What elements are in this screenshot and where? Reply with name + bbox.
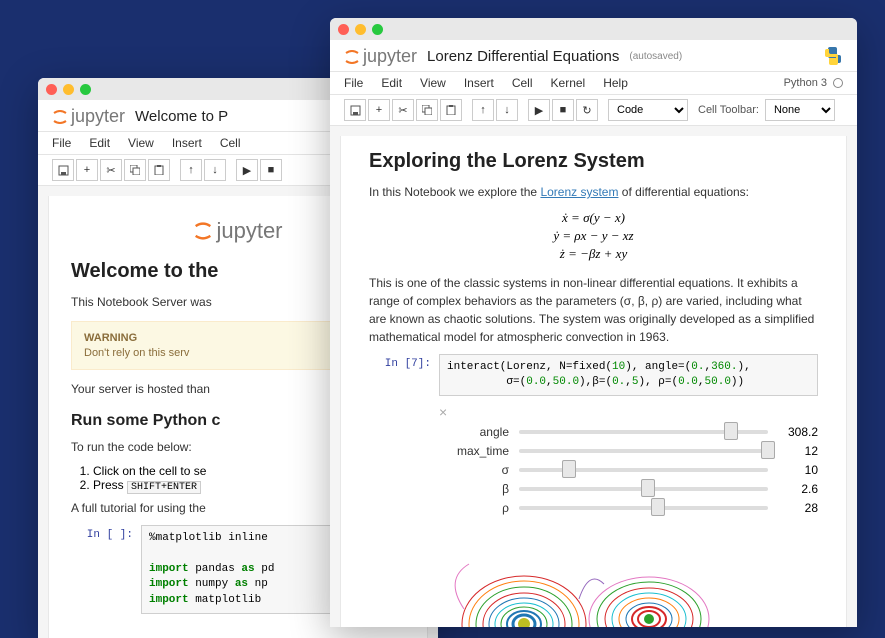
move-up-button[interactable]: ↑ [472,99,494,121]
slider-value: 28 [768,501,818,515]
slider-value: 308.2 [768,425,818,439]
slider-label: ρ [439,501,519,515]
logo-text: jupyter [71,106,125,127]
maximize-window-button[interactable] [80,84,91,95]
close-widget-icon[interactable]: × [439,404,818,420]
slider-track[interactable] [519,468,768,472]
cut-button[interactable]: ✂ [100,159,122,181]
slider-β[interactable]: β 2.6 [439,482,818,496]
lorenz-plot [424,529,764,627]
jupyter-logo[interactable]: jupyter [52,106,125,127]
slider-value: 10 [768,463,818,477]
minimize-window-button[interactable] [355,24,366,35]
cell-input[interactable]: interact(Lorenz, N=fixed(10), angle=(0.,… [439,354,818,397]
kernel-name: Python 3 [784,77,827,89]
cell-toolbar-label: Cell Toolbar: [698,104,759,116]
move-up-button[interactable]: ↑ [180,159,202,181]
slider-track[interactable] [519,430,768,434]
add-cell-button[interactable]: + [76,159,98,181]
minimize-window-button[interactable] [63,84,74,95]
notebook-window-front: jupyter Lorenz Differential Equations (a… [330,18,857,627]
slider-value: 2.6 [768,482,818,496]
menubar: File Edit View Insert Cell Kernel Help P… [330,72,857,95]
slider-thumb[interactable] [724,422,738,440]
cut-button[interactable]: ✂ [392,99,414,121]
restart-button[interactable]: ↻ [576,99,598,121]
menu-cell[interactable]: Cell [220,136,241,150]
jupyter-logo[interactable]: jupyter [344,46,417,67]
save-button[interactable] [344,99,366,121]
slider-thumb[interactable] [641,479,655,497]
intro-text: In this Notebook we explore the Lorenz s… [369,183,818,201]
slider-label: β [439,482,519,496]
equations: ẋ = σ(y − x) ẏ = ρx − y − xz ż = −βz + x… [369,209,818,264]
cell-prompt: In [ ]: [71,525,133,614]
autosave-label: (autosaved) [629,51,682,62]
move-down-button[interactable]: ↓ [204,159,226,181]
menu-insert[interactable]: Insert [172,136,202,150]
stop-button[interactable]: ■ [260,159,282,181]
cell-prompt: In [7]: [369,354,431,397]
save-button[interactable] [52,159,74,181]
slider-thumb[interactable] [651,498,665,516]
maximize-window-button[interactable] [372,24,383,35]
menu-cell[interactable]: Cell [512,76,533,90]
toolbar: + ✂ ↑ ↓ ▶ ■ ↻ Code Cell Toolbar: None [330,95,857,126]
menu-insert[interactable]: Insert [464,76,494,90]
paste-button[interactable] [440,99,462,121]
slider-label: angle [439,425,519,439]
slider-thumb[interactable] [562,460,576,478]
menu-view[interactable]: View [128,136,154,150]
slider-σ[interactable]: σ 10 [439,463,818,477]
menu-edit[interactable]: Edit [381,76,402,90]
notebook-content: Exploring the Lorenz System In this Note… [340,136,847,627]
menu-file[interactable]: File [344,76,363,90]
lorenz-link[interactable]: Lorenz system [540,185,618,199]
stop-button[interactable]: ■ [552,99,574,121]
menu-help[interactable]: Help [603,76,628,90]
add-cell-button[interactable]: + [368,99,390,121]
copy-button[interactable] [124,159,146,181]
slider-value: 12 [768,444,818,458]
menu-kernel[interactable]: Kernel [551,76,586,90]
slider-track[interactable] [519,449,768,453]
kernel-indicator: Python 3 [784,77,843,89]
notebook-title[interactable]: Lorenz Differential Equations [427,48,619,65]
menu-file[interactable]: File [52,136,71,150]
kernel-status-icon [833,78,843,88]
page-title: Exploring the Lorenz System [369,150,818,173]
paste-button[interactable] [148,159,170,181]
close-window-button[interactable] [46,84,57,95]
slider-label: max_time [439,444,519,458]
slider-angle[interactable]: angle 308.2 [439,425,818,439]
jupyter-icon [344,48,360,66]
menu-edit[interactable]: Edit [89,136,110,150]
slider-track[interactable] [519,506,768,510]
slider-thumb[interactable] [761,441,775,459]
widget-output: × angle 308.2 max_time 12 σ 10 β 2.6 ρ 28 [439,404,818,515]
menu-view[interactable]: View [420,76,446,90]
slider-max_time[interactable]: max_time 12 [439,444,818,458]
cell-toolbar-select[interactable]: None [765,99,835,121]
slider-ρ[interactable]: ρ 28 [439,501,818,515]
jupyter-icon [52,108,68,126]
header: jupyter Lorenz Differential Equations (a… [330,40,857,72]
titlebar [330,18,857,40]
python-icon [823,46,843,71]
move-down-button[interactable]: ↓ [496,99,518,121]
code-cell[interactable]: In [7]: interact(Lorenz, N=fixed(10), an… [369,354,818,397]
slider-label: σ [439,463,519,477]
close-window-button[interactable] [338,24,349,35]
notebook-title[interactable]: Welcome to P [135,108,228,125]
run-button[interactable]: ▶ [236,159,258,181]
slider-track[interactable] [519,487,768,491]
logo-text: jupyter [363,46,417,67]
description-text: This is one of the classic systems in no… [369,274,818,346]
copy-button[interactable] [416,99,438,121]
cell-type-select[interactable]: Code [608,99,688,121]
run-button[interactable]: ▶ [528,99,550,121]
